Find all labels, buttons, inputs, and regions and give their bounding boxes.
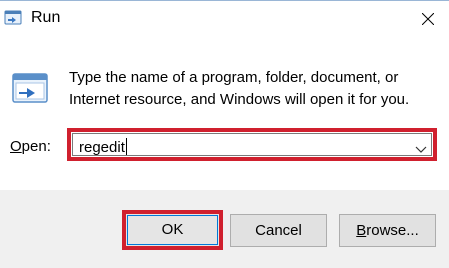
ok-button[interactable]: OK	[122, 210, 223, 250]
browse-button-label: rowse...	[366, 222, 419, 239]
open-label-accelerator: O	[10, 138, 22, 155]
button-bar: OK Cancel Browse...	[0, 190, 449, 268]
chevron-down-icon[interactable]	[415, 141, 427, 153]
cancel-button-label: Cancel	[255, 222, 302, 239]
open-combobox-field[interactable]: regedit	[72, 133, 432, 156]
dialog-description: Type the name of a program, folder, docu…	[69, 69, 410, 108]
text-caret	[125, 138, 127, 155]
browse-button-accelerator: B	[356, 222, 367, 239]
close-icon	[422, 13, 434, 25]
window-title: Run	[31, 9, 61, 26]
browse-button[interactable]: Browse...	[339, 214, 436, 247]
open-input[interactable]: regedit	[79, 138, 127, 156]
open-combobox[interactable]: regedit	[67, 128, 437, 161]
close-button[interactable]	[412, 5, 444, 33]
cancel-button[interactable]: Cancel	[230, 214, 327, 247]
run-program-icon	[10, 70, 50, 110]
open-label-text: pen:	[21, 138, 51, 155]
title-bar[interactable]: Run	[0, 1, 449, 37]
ok-focus-ring	[127, 215, 218, 245]
run-dialog: Run Type the name of a program, folder, …	[0, 0, 449, 268]
open-input-value: regedit	[79, 139, 125, 156]
open-label: Open:	[10, 138, 51, 155]
run-app-icon	[4, 10, 22, 26]
